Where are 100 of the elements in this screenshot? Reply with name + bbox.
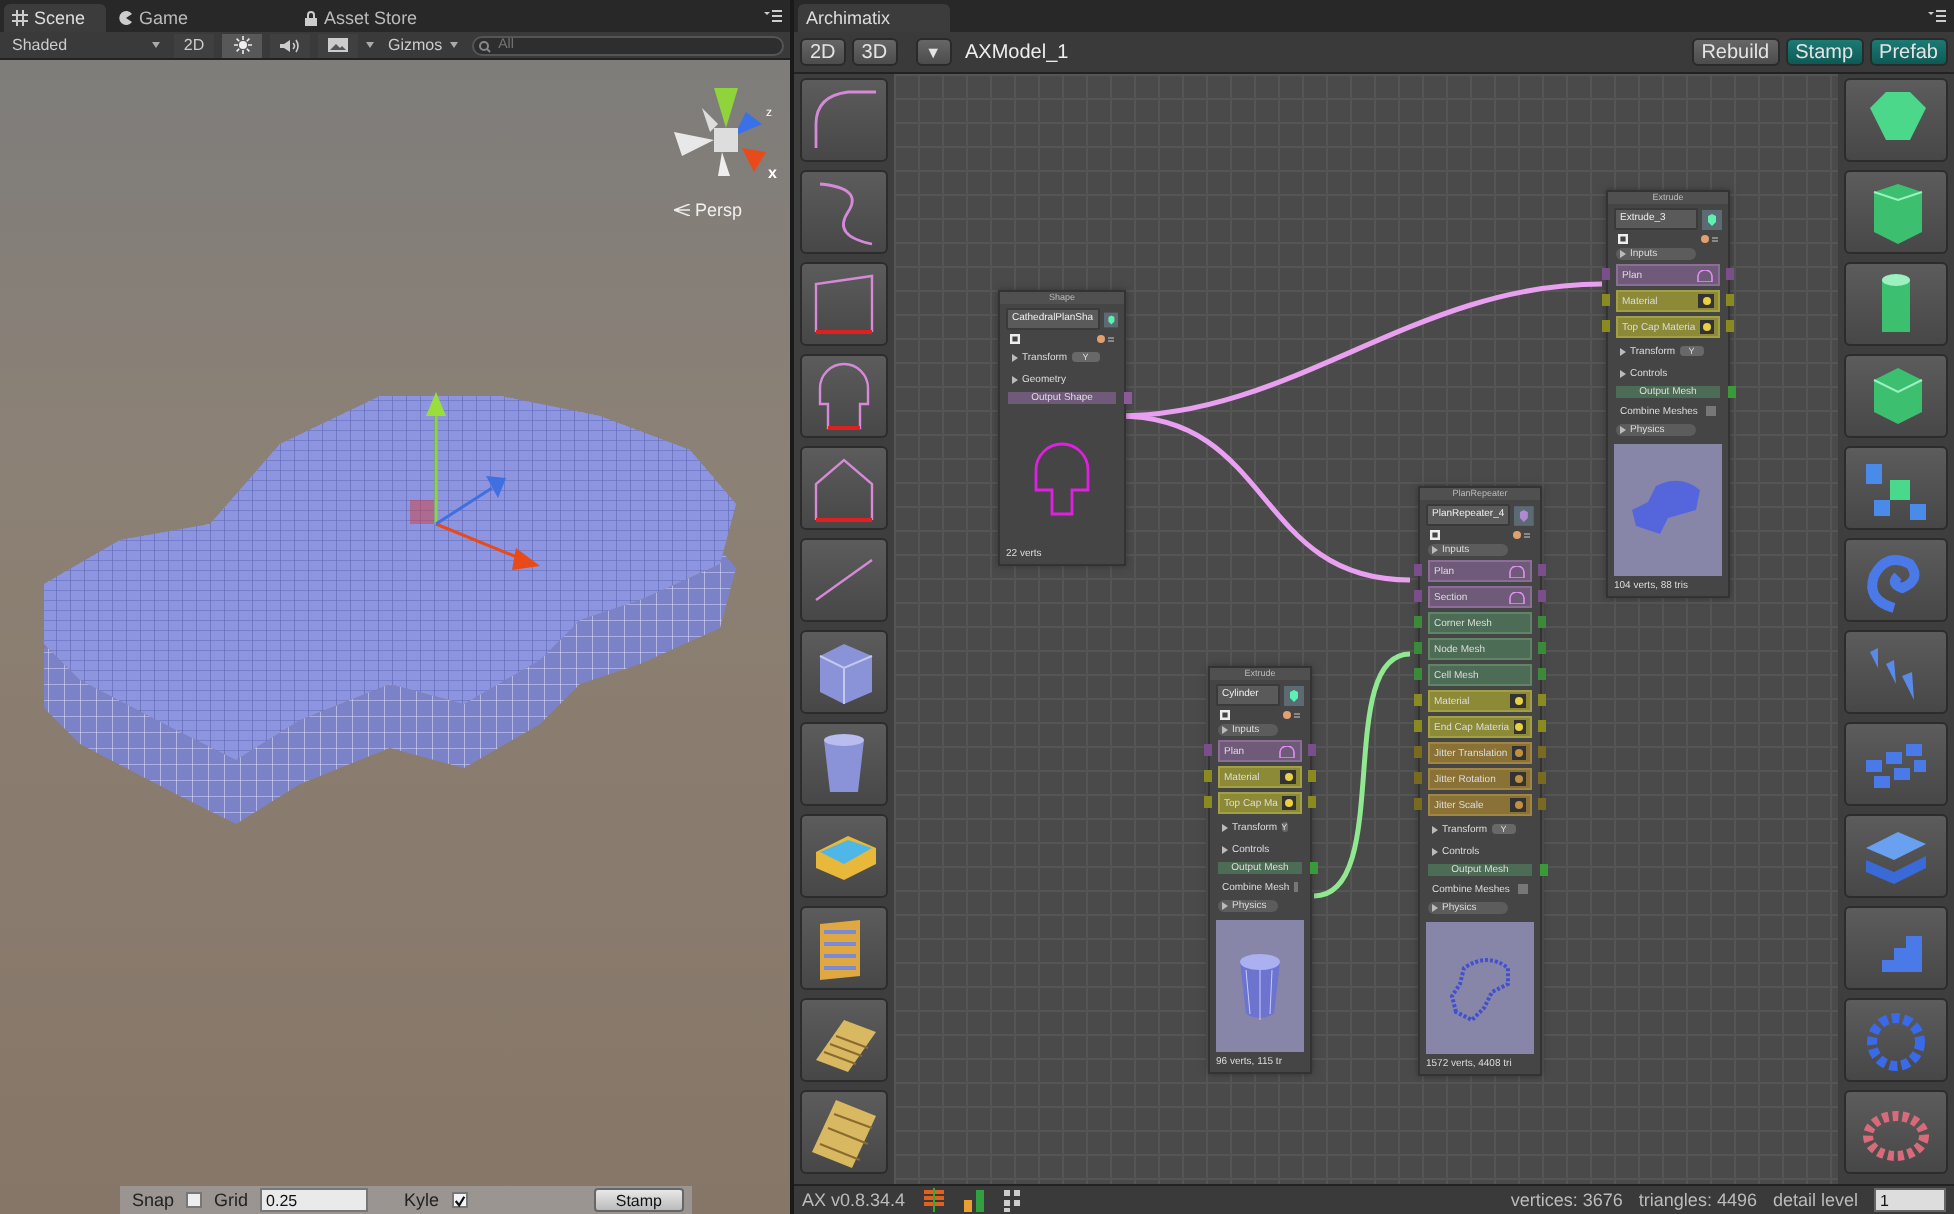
expand-icon bbox=[1620, 426, 1626, 434]
scene-toggle[interactable] bbox=[318, 33, 358, 57]
object-slot-icon[interactable] bbox=[1511, 746, 1526, 760]
image-icon bbox=[328, 38, 348, 52]
bar-chart-icon[interactable] bbox=[961, 1188, 986, 1212]
palette-item[interactable] bbox=[800, 78, 888, 162]
expand-icon bbox=[1222, 902, 1228, 910]
snap-label: Snap bbox=[132, 1190, 175, 1210]
object-slot-icon[interactable] bbox=[1510, 772, 1526, 786]
scene-toggle[interactable]: 2D bbox=[174, 33, 214, 57]
snap-checkbox[interactable] bbox=[186, 1192, 203, 1208]
checkbox[interactable] bbox=[1430, 530, 1440, 540]
palette-item[interactable] bbox=[800, 722, 888, 806]
checkbox[interactable] bbox=[1010, 334, 1020, 344]
shading-dropdown[interactable]: Shaded bbox=[6, 33, 166, 57]
expand-icon bbox=[1620, 250, 1626, 258]
toolbar-button[interactable]: Rebuild bbox=[1691, 38, 1780, 66]
menu-icon[interactable] bbox=[1928, 10, 1946, 22]
checkbox[interactable] bbox=[1293, 882, 1298, 892]
node-type-icon[interactable] bbox=[1103, 309, 1118, 329]
node-panel[interactable] bbox=[1418, 486, 1542, 1076]
pacman-icon bbox=[117, 10, 134, 26]
sun-icon bbox=[233, 36, 251, 54]
search-icon bbox=[478, 39, 495, 53]
lock-icon bbox=[304, 10, 319, 26]
palette-item[interactable] bbox=[800, 906, 888, 990]
palette-item[interactable] bbox=[1844, 262, 1948, 346]
checkbox[interactable] bbox=[1618, 234, 1628, 244]
gizmos-dropdown[interactable]: Gizmos bbox=[382, 33, 465, 57]
dots-icon[interactable] bbox=[1001, 1188, 1026, 1212]
palette-item[interactable] bbox=[1844, 170, 1948, 254]
axis-label: x bbox=[768, 164, 777, 182]
scene-toggle[interactable] bbox=[270, 33, 310, 57]
toolbar-button[interactable]: Stamp bbox=[1785, 38, 1864, 66]
palette-item[interactable] bbox=[800, 1090, 888, 1174]
stamp-button[interactable]: Stamp bbox=[593, 1188, 684, 1212]
kyle-checkbox[interactable] bbox=[451, 1192, 468, 1208]
caret-icon bbox=[152, 42, 160, 48]
projection-label[interactable]: Persp bbox=[694, 200, 742, 220]
expand-icon[interactable] bbox=[1432, 825, 1438, 833]
material-slot-icon[interactable] bbox=[1510, 694, 1526, 708]
expand-icon[interactable] bbox=[1432, 847, 1438, 855]
window-tab[interactable]: Asset Store bbox=[296, 4, 438, 32]
expand-icon[interactable] bbox=[1222, 823, 1228, 831]
checkbox[interactable] bbox=[1220, 710, 1230, 720]
palette-item[interactable] bbox=[800, 446, 888, 530]
window-tab[interactable]: Game bbox=[109, 4, 209, 32]
palette-item[interactable] bbox=[800, 630, 888, 714]
palette-item[interactable] bbox=[800, 354, 888, 438]
node-type-icon[interactable] bbox=[1514, 505, 1534, 525]
version-label: AX v0.8.34.4 bbox=[802, 1190, 906, 1210]
window-tab[interactable]: Archimatix bbox=[798, 4, 951, 32]
cylinder-icon bbox=[1236, 950, 1284, 1022]
palette-item[interactable] bbox=[1844, 354, 1948, 438]
palette-item[interactable] bbox=[1844, 814, 1948, 898]
palette-item[interactable] bbox=[800, 998, 888, 1082]
detail-level-field[interactable]: 1 bbox=[1874, 1188, 1946, 1212]
menu-button[interactable]: ▼ bbox=[915, 38, 952, 66]
material-slot-icon[interactable] bbox=[1699, 320, 1714, 334]
view-mode-button[interactable]: 3D bbox=[851, 38, 898, 66]
shape-outline-drawing bbox=[1032, 440, 1092, 516]
palette-item[interactable] bbox=[1844, 78, 1948, 162]
menu-icon[interactable] bbox=[764, 10, 782, 22]
palette-item[interactable] bbox=[800, 814, 888, 898]
model-name: AXModel_1 bbox=[965, 41, 1069, 63]
checkbox[interactable] bbox=[1706, 406, 1716, 416]
node-type-icon[interactable] bbox=[1284, 685, 1304, 705]
expand-icon bbox=[1432, 904, 1438, 912]
expand-icon[interactable] bbox=[1222, 845, 1228, 853]
palette-item[interactable] bbox=[800, 538, 888, 622]
grid-icon bbox=[12, 10, 28, 26]
toolbar-button[interactable]: Prefab bbox=[1869, 38, 1948, 66]
palette-item[interactable] bbox=[1844, 446, 1948, 530]
material-slot-icon[interactable] bbox=[1513, 720, 1526, 734]
expand-icon[interactable] bbox=[1012, 375, 1018, 383]
scene-toggle[interactable] bbox=[222, 33, 262, 57]
stack-icon[interactable] bbox=[921, 1188, 946, 1212]
grid-label: Grid bbox=[214, 1190, 249, 1210]
palette-item[interactable] bbox=[1844, 1090, 1948, 1174]
expand-icon[interactable] bbox=[1620, 347, 1626, 355]
material-slot-icon[interactable] bbox=[1280, 770, 1296, 784]
checkbox[interactable] bbox=[1518, 884, 1528, 894]
caret-icon[interactable] bbox=[366, 42, 374, 48]
arch-icon bbox=[1278, 745, 1296, 757]
palette-item[interactable] bbox=[800, 170, 888, 254]
expand-icon bbox=[1432, 546, 1438, 554]
palette-item[interactable] bbox=[1844, 630, 1948, 714]
kyle-label: Kyle bbox=[404, 1190, 440, 1210]
object-slot-icon[interactable] bbox=[1510, 798, 1526, 812]
expand-icon[interactable] bbox=[1012, 353, 1018, 361]
window-tab[interactable]: Scene bbox=[4, 4, 106, 32]
node-type-icon[interactable] bbox=[1702, 209, 1722, 229]
palette-item[interactable] bbox=[800, 262, 888, 346]
caret-icon bbox=[450, 42, 459, 48]
view-mode-button[interactable]: 2D bbox=[800, 38, 846, 66]
material-slot-icon[interactable] bbox=[1281, 796, 1296, 810]
material-slot-icon[interactable] bbox=[1698, 294, 1714, 308]
speaker-icon bbox=[280, 37, 300, 53]
expand-icon[interactable] bbox=[1620, 369, 1626, 377]
grid-size-field[interactable]: 0.25 bbox=[260, 1188, 369, 1212]
